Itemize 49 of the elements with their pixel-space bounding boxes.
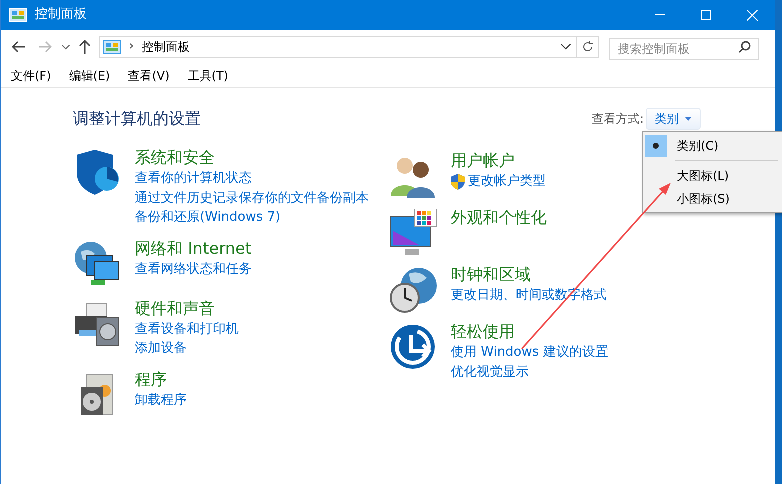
chevron-down-icon [62,44,70,50]
category-title[interactable]: 时钟和区域 [451,264,607,286]
refresh-icon [582,41,594,53]
address-bar[interactable]: › 控制面板 [99,36,599,58]
breadcrumb-item[interactable]: 控制面板 [142,38,190,56]
breadcrumb-separator: › [129,38,134,56]
category-link[interactable]: 添加设备 [135,339,187,358]
close-icon [746,10,758,20]
up-arrow-icon [79,40,91,54]
menu-item[interactable]: 工具(T) [188,66,228,84]
category-title[interactable]: 程序 [135,368,187,390]
menu-item[interactable]: 查看(V) [128,66,170,84]
caret-icon [685,117,692,121]
category-title[interactable]: 用户帐户 [451,150,546,172]
category-link[interactable]: 卸载程序 [135,390,187,410]
view-by-label: 查看方式: [592,111,644,128]
view-menu-item[interactable]: 大图标(L) [643,164,782,187]
globe-clock-icon [389,266,439,314]
chevron-down-icon [561,44,571,50]
category-link[interactable]: 更改帐户类型 [468,172,546,192]
menu-item[interactable]: 文件(F) [11,66,52,84]
control-panel-icon [103,40,121,54]
view-by-dropdown[interactable]: 类别 [646,108,701,130]
category-link[interactable]: 查看你的计算机状态 [135,169,252,188]
search-icon [739,41,751,53]
category-link[interactable]: 查看网络状态和任务 [135,260,252,279]
forward-arrow-icon [38,41,52,53]
page-heading: 调整计算机的设置 [73,108,201,130]
menu-item[interactable]: 编辑(E) [69,66,110,84]
back-arrow-icon [12,41,26,53]
category-link[interactable]: 通过文件历史记录保存你的文件备份副本 [135,188,369,208]
category-title[interactable]: 硬件和声音 [135,298,239,320]
category-link[interactable]: 使用 Windows 建议的设置 [451,343,608,362]
category-title[interactable]: 网络和 Internet [135,238,252,260]
category-title[interactable]: 外观和个性化 [451,207,547,229]
radio-dot-icon [653,142,659,148]
category-title[interactable]: 轻松使用 [451,321,608,343]
category-title[interactable]: 系统和安全 [135,147,369,169]
view-menu-item[interactable]: 小图标(S) [643,187,782,210]
control-panel-icon [9,8,27,22]
search-field[interactable]: 搜索控制面板 [609,38,759,60]
category-link[interactable]: 查看设备和打印机 [135,320,239,339]
category-link[interactable]: 优化视觉显示 [451,362,529,382]
up-button[interactable] [77,37,93,57]
category-link[interactable]: 备份和还原(Windows 7) [135,208,281,228]
view-menu-item[interactable]: 类别(C) [643,134,782,157]
window-title: 控制面板 [35,6,87,24]
maximize-icon [701,10,711,20]
monitor-palette-icon [389,209,439,257]
